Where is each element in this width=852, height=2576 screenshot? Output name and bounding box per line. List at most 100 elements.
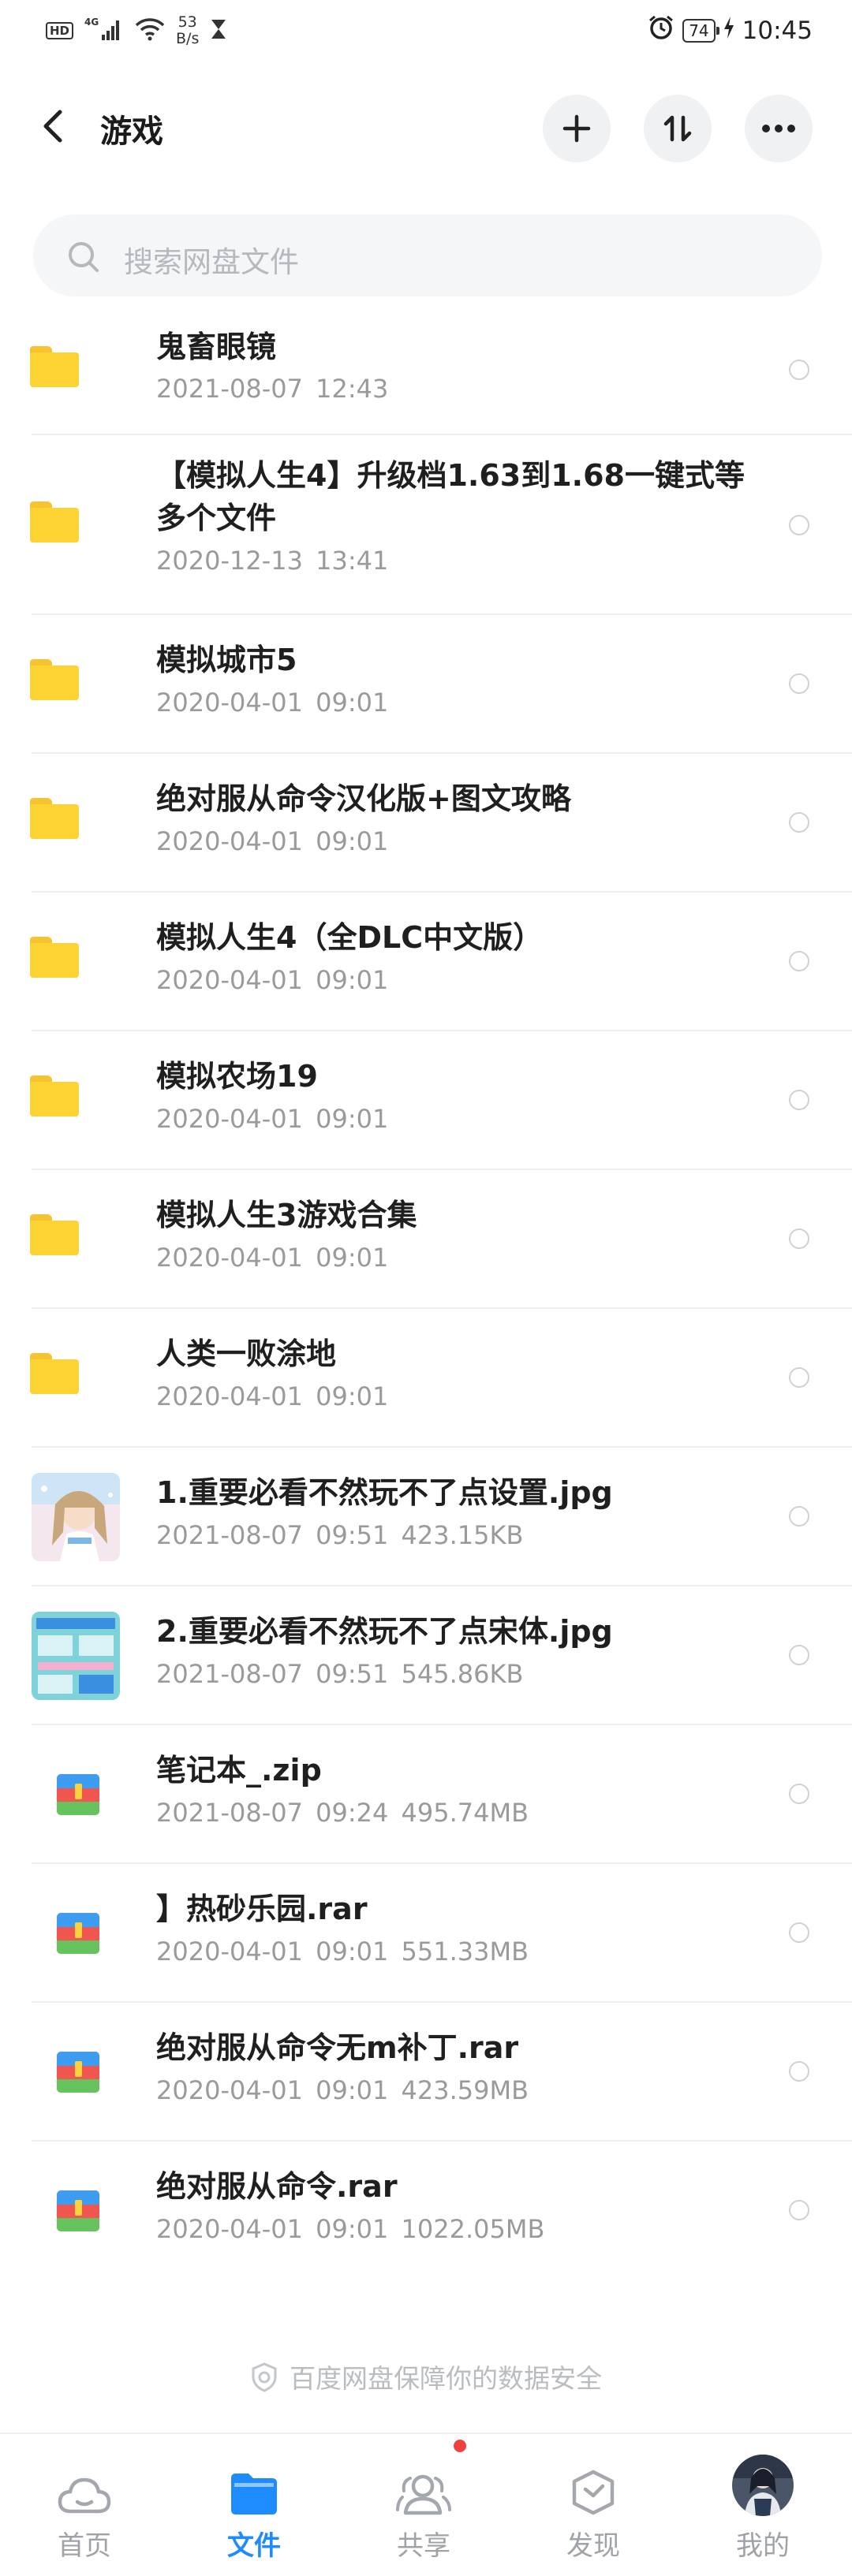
list-item[interactable]: 笔记本_.zip 2021-08-07 09:24 495.74MB <box>0 1725 852 1864</box>
status-bar: HD 4G 53 B/s 74 10:45 <box>0 0 852 63</box>
archive-icon <box>57 2052 99 2093</box>
select-radio[interactable] <box>789 1922 809 1943</box>
search-input[interactable]: 搜索网盘文件 <box>33 214 822 296</box>
folder-icon <box>30 1353 79 1394</box>
list-item[interactable]: 人类一败涂地 2020-04-01 09:01 <box>0 1309 852 1448</box>
tab-me[interactable]: 我的 <box>696 2445 830 2563</box>
file-name: 人类一败涂地 <box>156 1336 337 1371</box>
folder-icon <box>30 1214 79 1255</box>
discover-icon <box>572 2470 615 2515</box>
header: 游戏 <box>0 87 852 166</box>
select-radio[interactable] <box>789 1228 809 1249</box>
select-radio[interactable] <box>789 812 809 833</box>
clock: 10:45 <box>742 17 813 45</box>
select-radio[interactable] <box>789 2061 809 2082</box>
file-meta: 2021-08-07 09:51 423.15KB <box>156 1520 524 1550</box>
tab-files[interactable]: 文件 <box>187 2445 321 2563</box>
add-button[interactable] <box>543 95 611 162</box>
list-item[interactable]: 模拟城市5 2020-04-01 09:01 <box>0 615 852 754</box>
file-meta: 2020-04-01 09:01 <box>156 826 389 856</box>
file-name: 模拟农场19 <box>156 1059 318 1094</box>
select-radio[interactable] <box>789 1784 809 1804</box>
file-meta: 2021-08-07 09:24 495.74MB <box>156 1798 529 1828</box>
search-icon <box>69 242 99 272</box>
hd-indicator: HD <box>46 22 74 39</box>
file-meta: 2020-12-13 13:41 <box>156 546 389 576</box>
select-radio[interactable] <box>789 1645 809 1665</box>
charging-icon <box>723 17 734 45</box>
file-meta: 2020-04-01 09:01 <box>156 1381 389 1411</box>
select-radio[interactable] <box>789 951 809 971</box>
svg-text:4G: 4G <box>84 17 99 28</box>
net-speed: 53 B/s <box>176 13 200 47</box>
more-icon <box>762 125 795 132</box>
image-thumbnail <box>32 1612 120 1700</box>
search-placeholder: 搜索网盘文件 <box>124 245 299 279</box>
image-thumbnail <box>32 1473 120 1561</box>
archive-icon <box>57 2190 99 2231</box>
folder-icon <box>30 937 79 978</box>
file-name: 1.重要必看不然玩不了点设置.jpg <box>156 1475 613 1510</box>
archive-icon <box>57 1913 99 1954</box>
folder-icon <box>30 798 79 839</box>
file-meta: 2020-04-01 09:01 1022.05MB <box>156 2214 545 2244</box>
select-radio[interactable] <box>789 515 809 535</box>
security-note: 百度网盘保障你的数据安全 <box>0 2358 852 2395</box>
file-name: 2.重要必看不然玩不了点宋体.jpg <box>156 1614 613 1649</box>
bottom-tab-bar: 首页 文件 共享 发现 我的 <box>0 2432 852 2576</box>
folder-icon <box>30 346 79 387</box>
list-item[interactable]: 绝对服从命令.rar 2020-04-01 09:01 1022.05MB <box>0 2142 852 2280</box>
list-item[interactable]: 】热砂乐园.rar 2020-04-01 09:01 551.33MB <box>0 1864 852 2003</box>
folder-icon <box>30 659 79 700</box>
file-meta: 2021-08-07 09:51 545.86KB <box>156 1659 524 1689</box>
file-meta: 2020-04-01 09:01 551.33MB <box>156 1937 529 1966</box>
file-name: 模拟城市5 <box>156 643 297 677</box>
list-item[interactable]: 模拟人生3游戏合集 2020-04-01 09:01 <box>0 1170 852 1309</box>
file-meta: 2020-04-01 09:01 <box>156 965 389 995</box>
select-radio[interactable] <box>789 1367 809 1388</box>
file-name: 模拟人生3游戏合集 <box>156 1198 417 1232</box>
tab-share[interactable]: 共享 <box>357 2445 491 2563</box>
file-name: 笔记本_.zip <box>156 1753 322 1788</box>
list-item[interactable]: 模拟农场19 2020-04-01 09:01 <box>0 1031 852 1170</box>
back-button[interactable] <box>38 109 69 144</box>
select-radio[interactable] <box>789 1090 809 1110</box>
file-name: 绝对服从命令汉化版+图文攻略 <box>156 781 571 816</box>
select-radio[interactable] <box>789 360 809 380</box>
list-item[interactable]: 模拟人生4（全DLC中文版） 2020-04-01 09:01 <box>0 893 852 1031</box>
page-title: 游戏 <box>100 114 163 150</box>
battery-indicator: 74 <box>682 19 720 43</box>
cloud-icon <box>58 2477 111 2514</box>
list-item[interactable]: 1.重要必看不然玩不了点设置.jpg 2021-08-07 09:51 423.… <box>0 1448 852 1586</box>
list-item[interactable]: 【模拟人生4】升级档1.63到1.68一键式等多个文件 2020-12-13 1… <box>0 435 852 615</box>
sort-icon <box>663 115 692 142</box>
shield-icon <box>252 2362 277 2392</box>
sort-button[interactable] <box>644 95 712 162</box>
select-radio[interactable] <box>789 2200 809 2220</box>
select-radio[interactable] <box>789 673 809 694</box>
file-name: 模拟人生4（全DLC中文版） <box>156 920 544 955</box>
folder-icon <box>30 501 79 542</box>
tab-home[interactable]: 首页 <box>17 2445 151 2563</box>
avatar <box>732 2455 794 2516</box>
wifi-icon <box>135 17 165 44</box>
notification-badge <box>454 2440 466 2452</box>
tab-discover[interactable]: 发现 <box>526 2445 660 2563</box>
file-name: 绝对服从命令.rar <box>156 2169 398 2204</box>
file-meta: 2020-04-01 09:01 <box>156 1104 389 1134</box>
archive-icon <box>57 1774 99 1815</box>
file-name: 绝对服从命令无m补丁.rar <box>156 2030 519 2065</box>
select-radio[interactable] <box>789 1506 809 1527</box>
file-meta: 2020-04-01 09:01 <box>156 1243 389 1273</box>
back-arrow-icon <box>43 110 62 143</box>
file-meta: 2020-04-01 09:01 423.59MB <box>156 2075 529 2105</box>
list-item[interactable]: 绝对服从命令汉化版+图文攻略 2020-04-01 09:01 <box>0 754 852 893</box>
signal-icon: 4G <box>84 17 124 44</box>
list-item[interactable]: 鬼畜眼镜 2021-08-07 12:43 <box>0 304 852 435</box>
more-button[interactable] <box>745 95 813 162</box>
folder-icon <box>30 1076 79 1117</box>
list-item[interactable]: 绝对服从命令无m补丁.rar 2020-04-01 09:01 423.59MB <box>0 2003 852 2142</box>
list-item[interactable]: 2.重要必看不然玩不了点宋体.jpg 2021-08-07 09:51 545.… <box>0 1586 852 1725</box>
hourglass-icon <box>210 18 227 43</box>
file-name: 【模拟人生4】升级档1.63到1.68一键式等多个文件 <box>156 458 745 535</box>
